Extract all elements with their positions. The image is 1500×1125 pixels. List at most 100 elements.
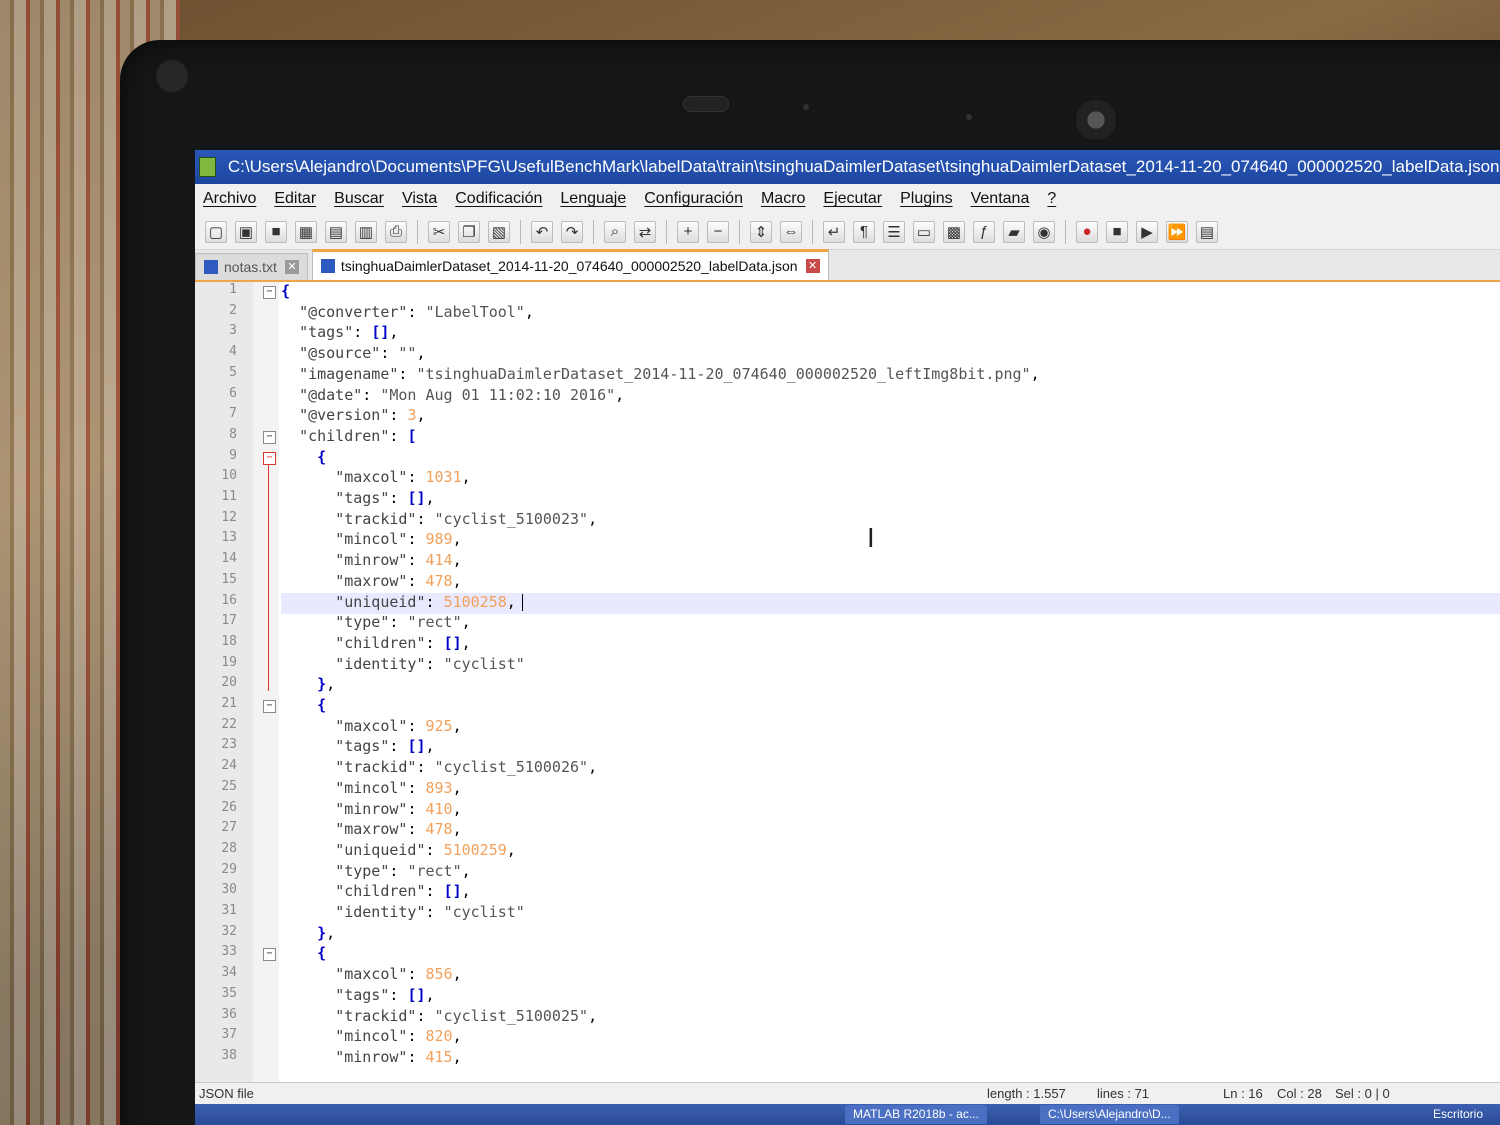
code-line[interactable]: 5 "imagename": "tsinghuaDaimlerDataset_2…: [229, 365, 1500, 386]
code-line[interactable]: 32 },: [221, 924, 1500, 945]
taskbar: MATLAB R2018b - ac... C:\Users\Alejandro…: [195, 1104, 1500, 1125]
monitoring-icon[interactable]: ◉: [1033, 220, 1055, 243]
save-macro-icon[interactable]: ▤: [1196, 220, 1218, 243]
code-line[interactable]: 23 "tags": [],: [221, 737, 1500, 758]
find-icon[interactable]: ⌕: [604, 220, 626, 243]
code-line[interactable]: 10 "maxcol": 1031,: [221, 468, 1500, 489]
code-line[interactable]: 27 "maxrow": 478,: [221, 820, 1500, 841]
paste-icon[interactable]: ▧: [488, 220, 510, 243]
menu-item-3[interactable]: Vista: [402, 190, 437, 208]
code-text: "minrow": 415,: [335, 1047, 462, 1066]
code-line[interactable]: 20 },: [221, 675, 1500, 696]
udl-icon[interactable]: ▭: [913, 220, 935, 243]
fold-toggle-icon[interactable]: −: [263, 451, 276, 465]
taskbar-item-explorer[interactable]: C:\Users\Alejandro\D...: [1040, 1105, 1179, 1124]
folder-workspace-icon[interactable]: ▰: [1003, 220, 1025, 243]
menu-item-6[interactable]: Configuración: [644, 190, 743, 208]
close-all-icon[interactable]: ▥: [355, 220, 377, 243]
menu-item-1[interactable]: Editar: [274, 190, 316, 208]
undo-icon[interactable]: ↶: [531, 220, 553, 243]
stop-macro-icon[interactable]: ■: [1106, 220, 1128, 243]
indent-guide-icon[interactable]: ☰: [883, 220, 905, 243]
fold-toggle-icon[interactable]: −: [263, 430, 276, 444]
copy-icon[interactable]: ❐: [458, 220, 480, 243]
code-line[interactable]: 16 "uniqueid": 5100258,: [221, 592, 1500, 614]
code-line[interactable]: 22 "maxcol": 925,: [221, 717, 1500, 738]
cut-icon[interactable]: ✂: [428, 220, 450, 243]
status-line: Ln : 16: [1223, 1086, 1263, 1101]
code-line[interactable]: 7 "@version": 3,: [229, 406, 1500, 427]
code-line[interactable]: 12 "trackid": "cyclist_5100023",: [221, 510, 1500, 531]
code-line[interactable]: 29 "type": "rect",: [221, 862, 1500, 883]
close-icon[interactable]: ▤: [325, 220, 347, 243]
menu-item-4[interactable]: Codificación: [455, 190, 542, 208]
code-line[interactable]: 36 "trackid": "cyclist_5100025",: [221, 1007, 1500, 1028]
code-line[interactable]: 38 "minrow": 415,: [221, 1047, 1500, 1069]
code-line[interactable]: 18 "children": [],: [221, 634, 1500, 655]
open-file-icon[interactable]: ▣: [235, 220, 257, 243]
code-line[interactable]: 1 −{: [229, 282, 1500, 303]
play-macro-icon[interactable]: ▶: [1136, 220, 1158, 243]
show-all-chars-icon[interactable]: ¶: [853, 220, 875, 243]
code-line[interactable]: 2 "@converter": "LabelTool",: [229, 303, 1500, 324]
code-line[interactable]: 8 − "children": [: [229, 427, 1500, 448]
code-line[interactable]: 34 "maxcol": 856,: [221, 965, 1500, 986]
code-line[interactable]: 28 "uniqueid": 5100259,: [221, 841, 1500, 862]
code-line[interactable]: 21 − {: [221, 696, 1500, 717]
print-icon[interactable]: ⎙: [385, 220, 407, 243]
taskbar-item-matlab[interactable]: MATLAB R2018b - ac...: [845, 1105, 987, 1124]
code-line[interactable]: 11 "tags": [],: [221, 489, 1500, 510]
replace-icon[interactable]: ⇄: [634, 220, 656, 243]
code-line[interactable]: 6 "@date": "Mon Aug 01 11:02:10 2016",: [229, 386, 1500, 407]
fold-toggle-icon[interactable]: −: [263, 948, 276, 962]
menu-item-8[interactable]: Ejecutar: [823, 190, 882, 208]
save-all-icon[interactable]: ▦: [295, 220, 317, 243]
function-list-icon[interactable]: ƒ: [973, 220, 995, 243]
sync-vertical-icon[interactable]: ⇕: [750, 220, 772, 243]
close-icon[interactable]: ✕: [805, 259, 820, 273]
document-map-icon[interactable]: ▩: [943, 220, 965, 243]
code-line[interactable]: 15 "maxrow": 478,: [221, 572, 1500, 593]
code-line[interactable]: 4 "@source": "",: [229, 344, 1500, 365]
code-line[interactable]: 26 "minrow": 410,: [221, 800, 1500, 821]
menu-item-5[interactable]: Lenguaje: [560, 190, 626, 208]
zoom-out-icon[interactable]: −: [707, 220, 729, 243]
save-icon[interactable]: ■: [265, 220, 287, 243]
code-line[interactable]: 31 "identity": "cyclist": [221, 903, 1500, 924]
menu-item-2[interactable]: Buscar: [334, 190, 384, 208]
menu-item-9[interactable]: Plugins: [900, 190, 952, 208]
title-bar[interactable]: C:\Users\Alejandro\Documents\PFG\UsefulB…: [195, 150, 1500, 184]
code-line[interactable]: 30 "children": [],: [221, 882, 1500, 903]
code-line[interactable]: 14 "minrow": 414,: [221, 551, 1500, 572]
fold-toggle-icon[interactable]: −: [263, 286, 276, 299]
menu-item-10[interactable]: Ventana: [971, 190, 1030, 208]
code-line[interactable]: 37 "mincol": 820,: [221, 1027, 1500, 1048]
code-line[interactable]: 17 "type": "rect",: [221, 613, 1500, 634]
taskbar-desktop-label[interactable]: Escritorio: [1425, 1105, 1491, 1124]
redo-icon[interactable]: ↷: [561, 220, 583, 243]
new-file-icon[interactable]: ▢: [205, 220, 227, 243]
tab-notas[interactable]: notas.txt ✕: [195, 253, 308, 280]
toolbar-separator: [417, 219, 418, 244]
fold-margin[interactable]: [253, 282, 279, 1082]
record-macro-icon[interactable]: ●: [1076, 220, 1098, 243]
code-line[interactable]: 19 "identity": "cyclist": [221, 655, 1500, 676]
code-line[interactable]: 9 − {: [229, 448, 1500, 469]
editor-area[interactable]: 1−{2 "@converter": "LabelTool", 3 "tags":…: [195, 282, 1500, 1082]
tab-labeldata-json[interactable]: tsinghuaDaimlerDataset_2014-11-20_074640…: [311, 249, 829, 280]
code-line[interactable]: 24 "trackid": "cyclist_5100026",: [221, 758, 1500, 779]
code-line[interactable]: 13 "mincol": 989,: [221, 530, 1500, 551]
menu-item-11[interactable]: ?: [1047, 190, 1056, 208]
menu-item-0[interactable]: Archivo: [203, 190, 256, 208]
code-line[interactable]: 3 "tags": [],: [229, 323, 1500, 344]
code-line[interactable]: 33 − {: [221, 944, 1500, 965]
zoom-in-icon[interactable]: +: [677, 220, 699, 243]
code-line[interactable]: 35 "tags": [],: [221, 986, 1500, 1007]
fold-toggle-icon[interactable]: −: [263, 700, 276, 713]
word-wrap-icon[interactable]: ↵: [823, 220, 845, 243]
menu-item-7[interactable]: Macro: [761, 190, 805, 208]
code-line[interactable]: 25 "mincol": 893,: [221, 779, 1500, 800]
run-macro-multiple-icon[interactable]: ⏩: [1166, 220, 1188, 243]
sync-horizontal-icon[interactable]: ⇔: [780, 220, 802, 243]
close-icon[interactable]: ✕: [284, 260, 299, 274]
